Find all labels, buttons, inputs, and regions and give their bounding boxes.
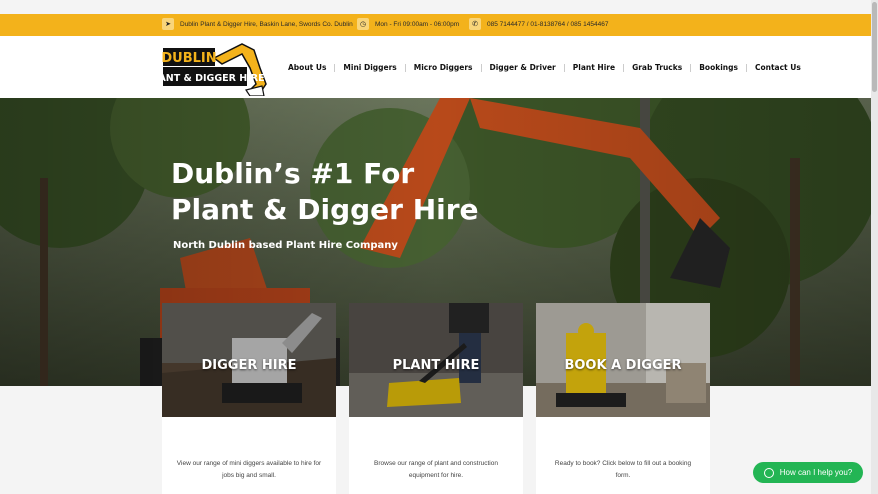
svg-text:DUBLIN: DUBLIN (162, 51, 217, 66)
service-card-digger-hire[interactable]: DIGGER HIRE View our range of mini digge… (162, 303, 336, 494)
card-description: View our range of mini diggers available… (176, 460, 322, 479)
address-text: Dublin Plant & Digger Hire, Baskin Lane,… (180, 20, 353, 28)
nav-divider (745, 63, 747, 72)
nav-item-contact-us[interactable]: Contact Us (755, 63, 801, 72)
hours-text: Mon - Fri 09:00am - 06:00pm (375, 20, 460, 28)
service-card-plant-hire[interactable]: PLANT HIRE Browse our range of plant and… (349, 303, 523, 494)
nav-divider (480, 63, 482, 72)
nav-item-digger-driver[interactable]: Digger & Driver (490, 63, 556, 72)
scrollbar-thumb[interactable] (872, 2, 877, 92)
card-description: Browse our range of plant and constructi… (374, 460, 498, 479)
hero-title: Dublin’s #1 For Plant & Digger Hire (171, 157, 479, 226)
nav-item-bookings[interactable]: Bookings (699, 63, 738, 72)
hero-subtitle: North Dublin based Plant Hire Company (173, 240, 398, 251)
phone-item[interactable]: ✆ 085 7144477 / 01-8138764 / 085 1454467 (469, 18, 608, 30)
whatsapp-chat-button[interactable]: How can I help you? (753, 462, 863, 483)
card-title: BOOK A DIGGER (564, 358, 682, 373)
clock-icon: ◷ (357, 18, 369, 30)
nav-item-mini-diggers[interactable]: Mini Diggers (343, 63, 396, 72)
card-description: Ready to book? Click below to fill out a… (554, 460, 692, 479)
address-item: ➤ Dublin Plant & Digger Hire, Baskin Lan… (162, 18, 353, 30)
nav-divider (623, 63, 625, 72)
nav-divider (690, 63, 692, 72)
nav-divider (334, 63, 336, 72)
phone-text[interactable]: 085 7144477 / 01-8138764 / 085 1454467 (487, 21, 608, 28)
site-header: DUBLIN PLANT & DIGGER HIRE About Us Mini… (0, 36, 878, 98)
nav-divider (563, 63, 565, 72)
location-arrow-icon: ➤ (162, 18, 174, 30)
service-card-book-a-digger[interactable]: BOOK A DIGGER Ready to book? Click below… (536, 303, 710, 494)
site-logo[interactable]: DUBLIN PLANT & DIGGER HIRE (145, 40, 270, 97)
top-info-bar: ➤ Dublin Plant & Digger Hire, Baskin Lan… (0, 14, 878, 36)
card-title: PLANT HIRE (392, 358, 480, 373)
logo-graphic: DUBLIN PLANT & DIGGER HIRE (145, 43, 267, 97)
hours-item: ◷ Mon - Fri 09:00am - 06:00pm (357, 18, 459, 30)
nav-divider (404, 63, 406, 72)
top-spacer (0, 0, 878, 14)
nav-item-micro-diggers[interactable]: Micro Diggers (414, 63, 473, 72)
nav-item-about-us[interactable]: About Us (288, 63, 326, 72)
svg-text:PLANT & DIGGER HIRE: PLANT & DIGGER HIRE (162, 73, 265, 84)
nav-item-grab-trucks[interactable]: Grab Trucks (632, 63, 682, 72)
whatsapp-label: How can I help you? (779, 468, 853, 477)
main-nav: About Us Mini Diggers Micro Diggers Digg… (288, 63, 801, 72)
whatsapp-icon (763, 467, 774, 478)
phone-icon: ✆ (469, 18, 481, 30)
card-title: DIGGER HIRE (201, 358, 297, 373)
nav-item-plant-hire[interactable]: Plant Hire (573, 63, 615, 72)
page-scrollbar[interactable] (871, 0, 878, 494)
